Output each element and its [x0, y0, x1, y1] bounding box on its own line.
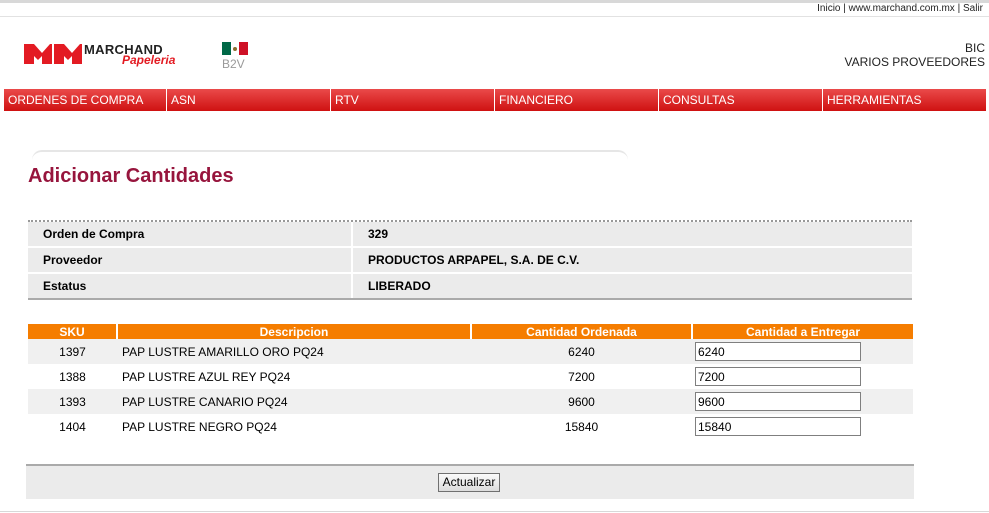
desc-cell: PAP LUSTRE NEGRO PQ24 [122, 419, 277, 434]
sku-cell: 1404 [59, 419, 86, 434]
main-nav: ORDENES DE COMPRA ASN RTV FINANCIERO CON… [4, 89, 986, 111]
info-label: Estatus [28, 274, 353, 298]
site-link[interactable]: www.marchand.com.mx [849, 3, 955, 14]
table-header: SKU Descripcion Cantidad Ordenada Cantid… [28, 324, 913, 339]
mexico-flag-icon [222, 42, 249, 55]
items-table: SKU Descripcion Cantidad Ordenada Cantid… [28, 324, 913, 439]
actions-footer: Actualizar [26, 464, 914, 499]
actualizar-button[interactable]: Actualizar [438, 473, 500, 492]
col-cantidad-ordenada: Cantidad Ordenada [470, 324, 692, 339]
table-row: 1388 PAP LUSTRE AZUL REY PQ24 7200 [28, 364, 913, 389]
deliver-qty-input[interactable] [695, 367, 861, 386]
info-value: LIBERADO [368, 279, 431, 293]
table-row: 1404 PAP LUSTRE NEGRO PQ24 15840 [28, 414, 913, 439]
logo-sub: Papeleria [122, 53, 176, 67]
info-row-proveedor: Proveedor PRODUCTOS ARPAPEL, S.A. DE C.V… [28, 248, 912, 274]
sku-cell: 1393 [28, 389, 117, 414]
inicio-link[interactable]: Inicio [817, 3, 840, 14]
ordered-cell: 15840 [564, 419, 599, 434]
col-descripcion: Descripcion [116, 324, 471, 339]
b2v-label: B2V [222, 57, 245, 71]
bottom-divider [0, 511, 989, 512]
info-label: Orden de Compra [28, 222, 353, 246]
deliver-qty-input[interactable] [695, 342, 861, 361]
deliver-cell [692, 339, 913, 364]
top-links: Inicio | www.marchand.com.mx | Salir [817, 3, 983, 14]
deliver-cell [692, 414, 913, 439]
deliver-qty-input[interactable] [695, 392, 861, 411]
deliver-cell [692, 389, 913, 414]
separator: | [843, 3, 846, 14]
nav-rtv[interactable]: RTV [331, 89, 495, 111]
panel-top-border [32, 150, 628, 164]
desc-cell: PAP LUSTRE AMARILLO ORO PQ24 [117, 339, 471, 364]
desc-cell: PAP LUSTRE CANARIO PQ24 [117, 389, 471, 414]
nav-herramientas[interactable]: HERRAMIENTAS [823, 89, 986, 111]
deliver-qty-input[interactable] [695, 417, 861, 436]
desc-cell: PAP LUSTRE AZUL REY PQ24 [122, 369, 291, 384]
company-name: BIC [964, 41, 985, 55]
separator: | [957, 3, 961, 14]
ordered-cell: 6240 [471, 339, 692, 364]
nav-financiero[interactable]: FINANCIERO [495, 89, 659, 111]
table-row: 1393 PAP LUSTRE CANARIO PQ24 9600 [28, 389, 913, 414]
deliver-cell [692, 364, 913, 389]
sku-cell: 1388 [59, 369, 86, 384]
info-row-orden: Orden de Compra 329 [28, 222, 912, 248]
sku-cell: 1397 [28, 339, 117, 364]
nav-consultas[interactable]: CONSULTAS [659, 89, 823, 111]
info-value: 329 [368, 227, 389, 241]
nav-asn[interactable]: ASN [167, 89, 331, 111]
nav-ordenes-de-compra[interactable]: ORDENES DE COMPRA [4, 89, 167, 111]
col-sku: SKU [28, 324, 117, 339]
col-cantidad-entregar: Cantidad a Entregar [691, 324, 913, 339]
info-value: PRODUCTOS ARPAPEL, S.A. DE C.V. [368, 253, 580, 267]
marchand-logo-icon [24, 44, 82, 64]
info-label: Proveedor [28, 248, 353, 272]
page-title: Adicionar Cantidades [28, 165, 234, 187]
marchand-logo: MARCHAND Papeleria [24, 42, 204, 67]
user-info: BIC VARIOS PROVEEDORES [845, 41, 985, 69]
supplier-role: VARIOS PROVEEDORES [844, 55, 985, 69]
table-row: 1397 PAP LUSTRE AMARILLO ORO PQ24 6240 [28, 339, 913, 364]
ordered-cell: 7200 [568, 369, 595, 384]
info-row-estatus: Estatus LIBERADO [28, 274, 912, 300]
salir-link[interactable]: Salir [963, 3, 983, 14]
divider [0, 16, 989, 17]
order-info: Orden de Compra 329 Proveedor PRODUCTOS … [28, 220, 912, 300]
ordered-cell: 9600 [471, 389, 692, 414]
